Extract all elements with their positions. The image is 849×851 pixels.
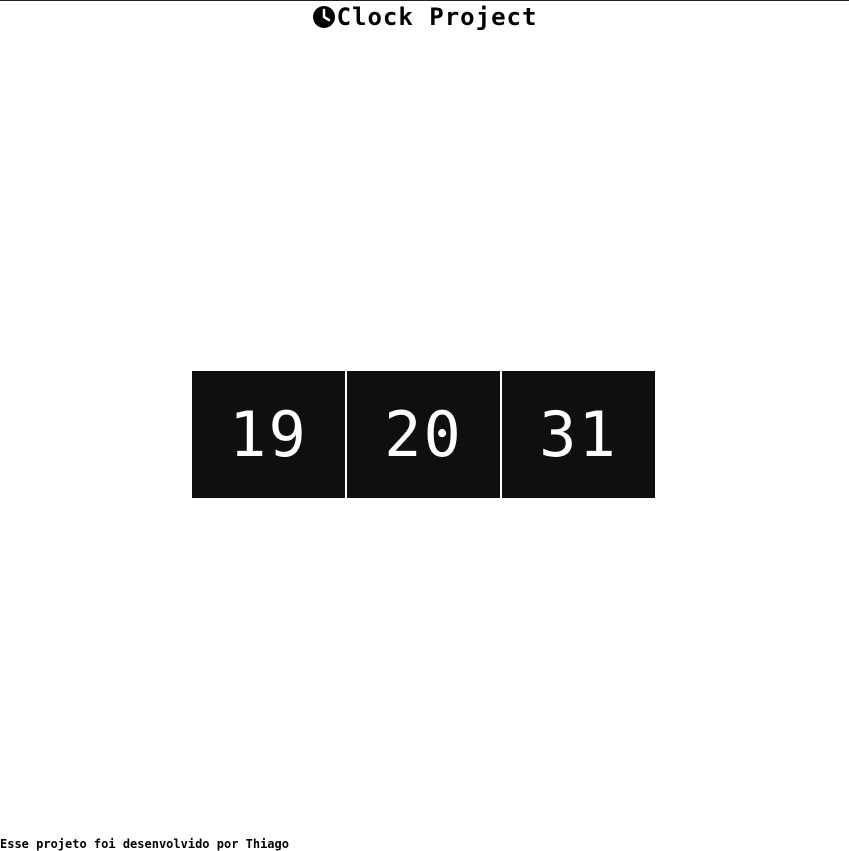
top-border — [0, 0, 849, 1]
footer-credit: Esse projeto foi desenvolvido por Thiago — [0, 837, 289, 851]
minutes-display: 20 — [347, 371, 500, 498]
page-header: Clock Project — [0, 3, 849, 31]
clock-icon — [312, 5, 336, 29]
seconds-display: 31 — [502, 371, 655, 498]
hours-display: 19 — [192, 371, 345, 498]
digital-clock: 19 20 31 — [192, 371, 655, 498]
page-title: Clock Project — [336, 3, 538, 31]
